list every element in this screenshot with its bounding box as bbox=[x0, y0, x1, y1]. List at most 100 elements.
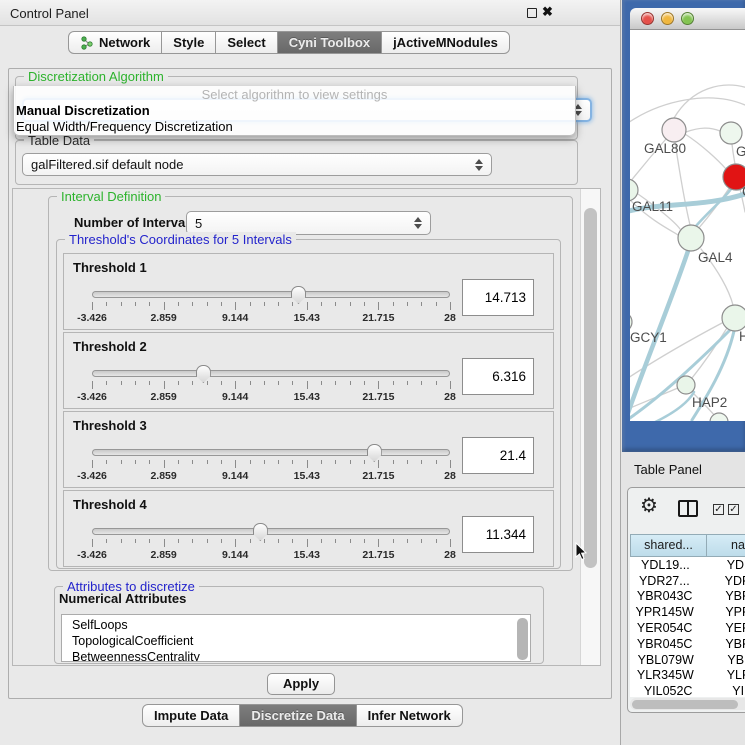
tick-mark bbox=[307, 302, 308, 310]
horizontal-scrollbar-thumb[interactable] bbox=[632, 700, 738, 709]
dropdown-option[interactable]: Equal Width/Frequency Discretization bbox=[14, 119, 575, 135]
table-row[interactable]: YPR145WYPR1 bbox=[630, 604, 745, 620]
column-header[interactable]: na bbox=[707, 534, 745, 557]
tick-mark bbox=[378, 460, 379, 468]
table-row[interactable]: YLR345WYLR3 bbox=[630, 668, 745, 684]
tick-mark bbox=[364, 460, 365, 464]
node-label: GAL11 bbox=[632, 199, 673, 214]
table-row[interactable]: YBL079WYBL0 bbox=[630, 652, 745, 668]
table-row[interactable]: YDR27...YDR2 bbox=[630, 573, 745, 589]
close-icon[interactable]: ✖ bbox=[542, 4, 553, 20]
threshold-value-field[interactable]: 6.316 bbox=[462, 358, 534, 395]
network-window-titlebar[interactable] bbox=[630, 8, 745, 30]
threshold-value-field[interactable]: 11.344 bbox=[462, 516, 534, 553]
threshold-value-field[interactable]: 14.713 bbox=[462, 279, 534, 316]
tab-select[interactable]: Select bbox=[216, 31, 277, 54]
tick-mark bbox=[207, 460, 208, 464]
apply-button[interactable]: Apply bbox=[267, 673, 335, 695]
network-canvas[interactable]: GAL80GCGAL11GAL4GCY1HHAP2 bbox=[630, 30, 745, 421]
checkbox-icon[interactable]: ✓ bbox=[728, 504, 739, 515]
attribute-list-item[interactable]: TopologicalCoefficient bbox=[62, 633, 530, 649]
list-scrollbar-thumb[interactable] bbox=[517, 618, 528, 660]
tick-label: -3.426 bbox=[77, 470, 107, 482]
slider-track[interactable] bbox=[92, 449, 450, 456]
tab-label: Network bbox=[99, 32, 150, 53]
close-traffic-light[interactable] bbox=[641, 12, 654, 25]
tab-impute-data[interactable]: Impute Data bbox=[142, 704, 240, 727]
column-header[interactable]: shared... bbox=[630, 534, 707, 557]
slider-track[interactable] bbox=[92, 370, 450, 377]
table-row[interactable]: YER054CYER0 bbox=[630, 620, 745, 636]
tick-label: 9.144 bbox=[222, 312, 248, 324]
tick-label: -3.426 bbox=[77, 391, 107, 403]
cell-shared-name: YBL079W bbox=[630, 653, 701, 667]
tick-mark bbox=[164, 381, 165, 389]
top-tab-strip: Network StyleSelectCyni ToolboxjActiveMNo… bbox=[68, 31, 510, 54]
numerical-attributes-label: Numerical Attributes bbox=[59, 591, 186, 606]
minimize-traffic-light[interactable] bbox=[661, 12, 674, 25]
tick-label: 15.43 bbox=[294, 470, 320, 482]
network-node[interactable] bbox=[630, 312, 632, 332]
tick-mark bbox=[106, 302, 107, 306]
network-node[interactable] bbox=[722, 305, 745, 331]
tick-label: -3.426 bbox=[77, 312, 107, 324]
table-row[interactable]: YBR043CYBR0 bbox=[630, 589, 745, 605]
cell-name: YBL0 bbox=[701, 653, 745, 667]
slider-tick-labels: -3.4262.8599.14415.4321.71528 bbox=[92, 470, 450, 482]
tick-mark bbox=[421, 381, 422, 385]
group-label: Interval Definition bbox=[57, 189, 165, 204]
tick-label: 28 bbox=[444, 391, 456, 403]
tick-mark bbox=[92, 460, 93, 468]
network-node[interactable] bbox=[662, 118, 686, 142]
table-row[interactable]: YDL19...YDL1 bbox=[630, 557, 745, 573]
float-window-icon[interactable] bbox=[527, 8, 537, 18]
tick-mark bbox=[292, 381, 293, 385]
tick-mark bbox=[207, 539, 208, 543]
tab-network[interactable]: Network bbox=[68, 31, 162, 54]
tab-style[interactable]: Style bbox=[162, 31, 216, 54]
tick-mark bbox=[264, 302, 265, 306]
table-panel-window: Table Panel ⚙ ✓ ✓ shared... na YDL19...Y… bbox=[621, 452, 745, 745]
network-node[interactable] bbox=[677, 376, 695, 394]
tick-mark bbox=[235, 539, 236, 547]
attribute-list-item[interactable]: BetweennessCentrality bbox=[62, 649, 530, 662]
network-node[interactable] bbox=[678, 225, 704, 251]
network-node[interactable] bbox=[630, 179, 638, 201]
column-browser-icon[interactable] bbox=[678, 500, 698, 517]
tick-mark bbox=[278, 302, 279, 306]
horizontal-scrollbar-track[interactable] bbox=[630, 698, 745, 710]
tick-mark bbox=[393, 302, 394, 306]
slider-track[interactable] bbox=[92, 291, 450, 298]
cell-name: YPR1 bbox=[699, 605, 745, 619]
vertical-scrollbar-thumb[interactable] bbox=[584, 208, 597, 568]
tick-mark bbox=[421, 302, 422, 306]
tick-mark bbox=[407, 539, 408, 543]
cell-name: YBR0 bbox=[699, 637, 745, 651]
tab-discretize-data[interactable]: Discretize Data bbox=[240, 704, 356, 727]
dropdown-option[interactable]: Manual Discretization bbox=[14, 103, 575, 119]
checkbox-icon[interactable]: ✓ bbox=[713, 504, 724, 515]
vertical-scrollbar-track[interactable] bbox=[580, 189, 600, 665]
attribute-list-item[interactable]: SelfLoops bbox=[62, 617, 530, 633]
slider-track[interactable] bbox=[92, 528, 450, 535]
node-label: H bbox=[739, 329, 745, 344]
tab-infer-network[interactable]: Infer Network bbox=[357, 704, 463, 727]
table-data-combobox[interactable]: galFiltered.sif default node bbox=[22, 153, 492, 176]
node-label: HAP2 bbox=[692, 395, 727, 410]
tick-label: 21.715 bbox=[362, 470, 394, 482]
node-table-box: ⚙ ✓ ✓ shared... na YDL19...YDL1YDR27...Y… bbox=[627, 487, 745, 713]
tick-mark bbox=[250, 539, 251, 543]
table-row[interactable]: YBR045CYBR0 bbox=[630, 636, 745, 652]
threshold-value-field[interactable]: 21.4 bbox=[462, 437, 534, 474]
tick-mark bbox=[250, 460, 251, 464]
gear-icon[interactable]: ⚙ bbox=[640, 496, 658, 516]
cyni-toolbox-panel: Discretization Algorithm Select algorith… bbox=[8, 68, 612, 699]
tick-mark bbox=[335, 381, 336, 385]
tick-mark bbox=[207, 381, 208, 385]
zoom-traffic-light[interactable] bbox=[681, 12, 694, 25]
table-row[interactable]: YIL052CYIL0 bbox=[630, 683, 745, 697]
tab-jactivemnodules[interactable]: jActiveMNodules bbox=[382, 31, 510, 54]
tick-mark bbox=[292, 460, 293, 464]
network-node[interactable] bbox=[720, 122, 742, 144]
tab-cyni-toolbox[interactable]: Cyni Toolbox bbox=[278, 31, 382, 54]
